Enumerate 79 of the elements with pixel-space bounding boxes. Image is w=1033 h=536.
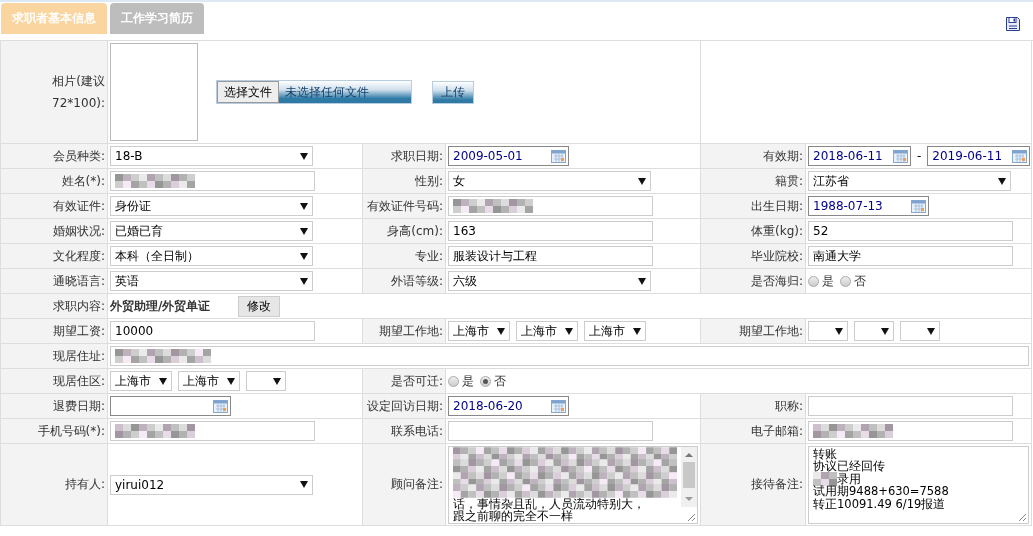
select-field[interactable]: 18-B: [110, 146, 313, 166]
textarea-field[interactable]: 转账 协议已经回传 录用 试用期9488+630=7588 转正10091.49 6/19报道: [808, 445, 1029, 524]
note-line: 转账: [813, 447, 837, 460]
select-field[interactable]: 身份证: [110, 196, 313, 216]
field-label: 顾问备注:: [363, 444, 446, 526]
field-label: 现居住址:: [1, 344, 108, 369]
select-field[interactable]: 女: [448, 171, 651, 191]
select-field[interactable]: 上海市: [448, 321, 510, 341]
select-field[interactable]: 江苏省: [808, 171, 1011, 191]
field-label: 期望工作地:: [363, 319, 446, 344]
range-separator: -: [917, 149, 922, 163]
choose-file-button[interactable]: 选择文件: [217, 81, 279, 103]
select-field[interactable]: 六级: [448, 271, 651, 291]
note-line: 协议已经回传: [813, 460, 885, 473]
file-field[interactable]: 选择文件 未选择任何文件: [216, 80, 412, 104]
date-field[interactable]: 2009-05-01: [448, 146, 569, 166]
field-label: 现居住区:: [1, 369, 108, 394]
note-line: 转正10091.49 6/19报道: [813, 497, 946, 510]
field-label: 期望工作地:: [701, 319, 806, 344]
field-label: 姓名(*):: [1, 169, 108, 194]
job-content: 外贸助理/外贸单证: [110, 297, 211, 315]
date-field[interactable]: 2019-06-11: [927, 146, 1031, 166]
field-label: 求职日期:: [363, 144, 446, 169]
text-field[interactable]: 163: [448, 221, 653, 241]
date-field[interactable]: 2018-06-20: [448, 396, 569, 416]
field-label: 外语等级:: [363, 269, 446, 294]
radio-option[interactable]: 否: [840, 272, 866, 290]
field-label: 有效期:: [701, 144, 806, 169]
field-label: 身高(cm):: [363, 219, 446, 244]
select-field[interactable]: 上海市: [584, 321, 646, 341]
select-field[interactable]: 英语: [110, 271, 313, 291]
file-status: 未选择任何文件: [279, 81, 411, 103]
note-line: 跟之前聊的完全不一样: [453, 510, 573, 523]
radio-option[interactable]: 否: [480, 372, 506, 390]
select-field[interactable]: 上海市: [110, 371, 172, 391]
field-label: 接待备注:: [701, 444, 806, 526]
select-field[interactable]: 本科（全日制）: [110, 246, 313, 266]
select-field[interactable]: 已婚已育: [110, 221, 313, 241]
field-label: 求职内容:: [1, 294, 108, 319]
radio-option[interactable]: 是: [448, 372, 474, 390]
upload-button[interactable]: 上传: [432, 80, 474, 104]
field-label: 籍贯:: [701, 169, 806, 194]
select-field[interactable]: yirui012: [110, 474, 313, 495]
field-label: 有效证件:: [1, 194, 108, 219]
field-label: 出生日期:: [701, 194, 806, 219]
field-label: 持有人:: [1, 444, 108, 526]
text-field[interactable]: 10000: [110, 321, 315, 341]
field-label: 退费日期:: [1, 394, 108, 419]
field-label: 设定回访日期:: [363, 394, 446, 419]
field-label: 联系电话:: [363, 419, 446, 444]
text-field[interactable]: 服装设计与工程: [448, 246, 653, 266]
field-label: 职称:: [701, 394, 806, 419]
field-label: 文化程度:: [1, 244, 108, 269]
field-label: 期望工资:: [1, 319, 108, 344]
field-label: 体重(kg):: [701, 219, 806, 244]
note-line: 试用期9488+630=7588: [813, 485, 949, 498]
note-line: 录用: [837, 472, 861, 485]
field-label: 手机号码(*):: [1, 419, 108, 444]
field-label: 专业:: [363, 244, 446, 269]
field-label: 性别:: [363, 169, 446, 194]
select-field[interactable]: 上海市: [516, 321, 578, 341]
field-label: 电子邮箱:: [701, 419, 806, 444]
text-field[interactable]: 52: [808, 221, 1013, 241]
field-label: 相片(建议72*100):: [1, 41, 108, 144]
date-field[interactable]: 1988-07-13: [808, 196, 929, 216]
modify-button[interactable]: 修改: [238, 295, 281, 317]
field-label: 是否海归:: [701, 269, 806, 294]
text-field[interactable]: 南通大学: [808, 246, 1013, 266]
field-label: 会员种类:: [1, 144, 108, 169]
field-label: 婚姻状况:: [1, 219, 108, 244]
field-label: 是否可迁:: [363, 369, 446, 394]
note-line: 话，事情杂且乱，人员流动特别大，: [453, 497, 645, 510]
radio-option[interactable]: 是: [808, 272, 834, 290]
field-label: 通晓语言:: [1, 269, 108, 294]
field-label: 毕业院校:: [701, 244, 806, 269]
textarea-field[interactable]: 话，事情杂且乱，人员流动特别大， 跟之前聊的完全不一样: [448, 445, 698, 524]
field-label: 有效证件号码:: [363, 194, 446, 219]
select-field[interactable]: 上海市: [178, 371, 240, 391]
date-field[interactable]: 2018-06-11: [808, 146, 911, 166]
